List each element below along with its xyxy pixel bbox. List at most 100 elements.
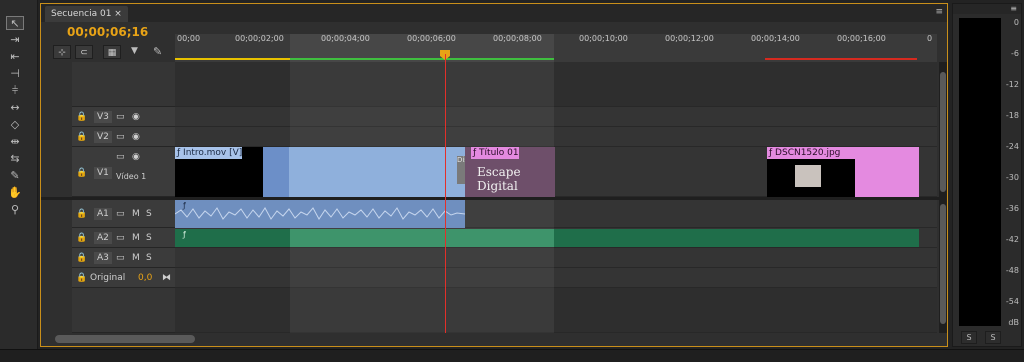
render-bar-red	[765, 58, 917, 60]
clip-intro[interactable]: ƒ Intro.mov [V]	[175, 147, 465, 197]
ruler-tick-label: 0	[927, 34, 933, 43]
clip-highlight	[263, 147, 289, 197]
photo-thumbnail	[795, 165, 821, 187]
audio-selection-highlight	[290, 229, 554, 247]
track-header-v1: 🔒 V1 ▭ ◉ Vídeo 1	[72, 147, 175, 197]
lock-icon[interactable]: 🔒	[76, 131, 87, 143]
lock-icon[interactable]: 🔒	[76, 272, 87, 284]
solo-button[interactable]: S	[146, 208, 152, 220]
solo-right-button[interactable]: S	[985, 331, 1001, 344]
track-header-a3: 🔒 A3 ▭ M S	[72, 248, 175, 268]
go-to-end-icon[interactable]: ⧓	[162, 272, 171, 284]
db-label: -42	[1005, 235, 1019, 244]
track-label-a3[interactable]: A3	[94, 252, 112, 264]
pen-icon[interactable]: ✎	[6, 169, 24, 183]
db-label: -36	[1005, 204, 1019, 213]
selection-arrow-icon[interactable]: ↖	[6, 16, 24, 30]
clip-label: ƒ DSCN1520.jpg	[767, 147, 841, 159]
db-label: -6	[1011, 49, 1019, 58]
solo-button[interactable]: S	[146, 252, 152, 264]
track-label-v3[interactable]: V3	[94, 111, 112, 123]
fx-icon: ƒ	[183, 230, 186, 239]
lock-icon[interactable]: 🔒	[76, 167, 87, 179]
eye-icon[interactable]: ◉	[132, 131, 140, 143]
title-preview-text: Escape Digital	[477, 165, 521, 193]
clip-intro-audio[interactable]: ƒ	[175, 200, 465, 228]
lock-icon[interactable]: 🔒	[76, 232, 87, 244]
solo-button[interactable]: S	[146, 232, 152, 244]
fx-icon: ƒ	[183, 201, 186, 210]
snap-icon[interactable]: ⊹	[53, 45, 71, 59]
track-header-v2: 🔒 V2 ▭ ◉	[72, 127, 175, 147]
tools-panel: ↖ ⇥ ⇤ ⊣ ⫩ ↔ ◇ ⇹ ⇆ ✎ ✋ ⚲	[0, 0, 38, 362]
tab-sequence-label: Secuencia 01	[51, 9, 112, 19]
razor-icon[interactable]: ◇	[6, 118, 24, 132]
fx-icon: ƒ	[177, 148, 181, 158]
clip-label: ƒ Título 01	[471, 147, 519, 159]
panel-menu-icon[interactable]: ≡	[1010, 4, 1017, 13]
original-volume-value[interactable]: 0,0	[138, 272, 152, 284]
add-marker-icon[interactable]: ▦	[103, 45, 121, 59]
clip-thumbnail	[767, 159, 855, 197]
playhead-timecode[interactable]: 00;00;06;16	[67, 25, 148, 39]
audio-scrollbar[interactable]	[939, 200, 947, 333]
linked-selection-icon[interactable]: ⊂	[75, 45, 93, 59]
track-select-forward-icon[interactable]: ⇥	[6, 33, 24, 47]
audio-waveform	[175, 207, 465, 220]
tab-sequence[interactable]: Secuencia 01 ×	[45, 6, 128, 22]
video-scrollbar[interactable]	[939, 62, 947, 197]
track-label-a1[interactable]: A1	[94, 208, 112, 220]
ruler-tick-label: 00;00;04;00	[321, 34, 370, 43]
ripple-edit-icon[interactable]: ⊣	[6, 67, 24, 81]
mute-button[interactable]: M	[132, 208, 140, 220]
rate-stretch-icon[interactable]: ↔	[6, 101, 24, 115]
wrench-icon[interactable]: ✎	[153, 45, 162, 58]
db-label: 0	[1013, 18, 1019, 27]
ruler-tick-label: 00;00;10;00	[579, 34, 628, 43]
rolling-edit-icon[interactable]: ⫩	[6, 84, 24, 98]
clip-title[interactable]: ƒ Título 01 Escape Digital	[465, 147, 555, 197]
mute-button[interactable]: M	[132, 232, 140, 244]
ruler-tick-label: 00;00;16;00	[837, 34, 886, 43]
clip-name: Título 01	[479, 148, 519, 158]
marker-icon[interactable]: ▼	[131, 46, 138, 56]
track-label-v2[interactable]: V2	[94, 131, 112, 143]
audio-scroll-thumb[interactable]	[940, 204, 946, 324]
lock-icon[interactable]: 🔒	[76, 208, 87, 220]
zoom-icon[interactable]: ⚲	[6, 203, 24, 217]
db-label: -12	[1005, 80, 1019, 89]
toggle-output-icon[interactable]: ▭	[116, 131, 125, 143]
playhead-line[interactable]	[445, 54, 446, 333]
mute-button[interactable]: M	[132, 252, 140, 264]
track-header-v3: 🔒 V3 ▭ ◉	[72, 107, 175, 127]
hand-icon[interactable]: ✋	[6, 186, 24, 200]
video-scroll-thumb[interactable]	[940, 72, 946, 192]
clip-name: Intro.mov [V]	[183, 148, 243, 158]
lock-icon[interactable]: 🔒	[76, 252, 87, 264]
ruler-tick-label: 00;00;08;00	[493, 34, 542, 43]
solo-left-button[interactable]: S	[961, 331, 977, 344]
toggle-output-icon[interactable]: ▭	[116, 151, 125, 163]
clip-dscn[interactable]: ƒ DSCN1520.jpg	[767, 147, 919, 197]
slip-icon[interactable]: ⇹	[6, 135, 24, 149]
track-header-a2: 🔒 A2 ▭ M S	[72, 228, 175, 248]
time-ruler[interactable]: 00;00 00;00;02;00 00;00;04;00 00;00;06;0…	[175, 34, 937, 62]
toggle-output-icon[interactable]: ▭	[116, 232, 125, 244]
slide-icon[interactable]: ⇆	[6, 152, 24, 166]
meter-bars	[959, 18, 1001, 326]
toggle-output-icon[interactable]: ▭	[116, 111, 125, 123]
tab-bar: Secuencia 01 × ≡	[41, 4, 947, 22]
track-select-backward-icon[interactable]: ⇤	[6, 50, 24, 64]
panel-menu-icon[interactable]: ≡	[935, 7, 943, 17]
eye-icon[interactable]: ◉	[132, 151, 140, 163]
close-icon[interactable]: ×	[114, 9, 122, 19]
db-label: -48	[1005, 266, 1019, 275]
eye-icon[interactable]: ◉	[132, 111, 140, 123]
track-label-a2[interactable]: A2	[94, 232, 112, 244]
lock-icon[interactable]: 🔒	[76, 111, 87, 123]
track-label-v1[interactable]: V1	[94, 167, 112, 179]
horizontal-scroll-thumb[interactable]	[55, 335, 195, 343]
meter-header: ≡	[953, 4, 1021, 14]
toggle-output-icon[interactable]: ▭	[116, 208, 125, 220]
toggle-output-icon[interactable]: ▭	[116, 252, 125, 264]
